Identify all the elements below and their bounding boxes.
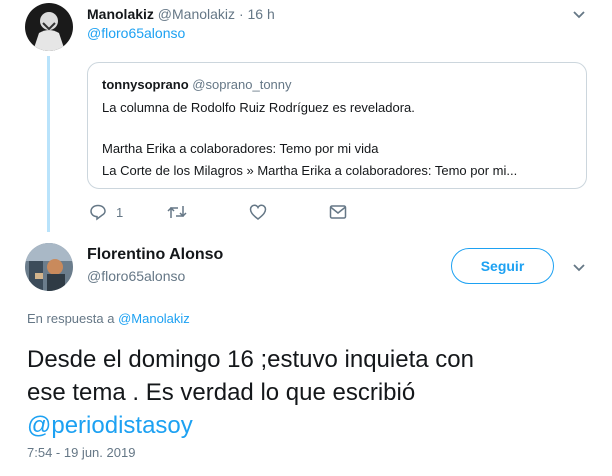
quoted-author-name: tonnysoprano (102, 77, 189, 92)
replying-to: En respuesta a @Manolakiz (27, 311, 190, 326)
author-name[interactable]: Manolakiz (87, 6, 154, 22)
quoted-header: tonnysoprano @soprano_tonny (102, 77, 292, 92)
avatar-manolakiz[interactable] (25, 3, 73, 51)
retweet-icon[interactable] (167, 203, 187, 221)
quoted-line-2: Martha Erika a colaboradores: Temo por m… (102, 141, 379, 156)
quoted-line-1: La columna de Rodolfo Ruiz Rodríguez es … (102, 100, 415, 115)
reply-action[interactable]: 1 (89, 203, 123, 221)
tweet-text-line-2: ese tema . Es verdad lo que escribió (27, 379, 416, 406)
follow-button[interactable]: Seguir (451, 248, 554, 284)
mention-link[interactable]: @periodistasoy (27, 409, 597, 442)
replying-prefix: En respuesta a (27, 311, 115, 326)
direct-message-icon[interactable] (329, 204, 347, 220)
avatar-florentino[interactable] (25, 243, 73, 291)
author-name-florentino[interactable]: Florentino Alonso (87, 246, 223, 264)
tweet1-header: Manolakiz @Manolakiz · 16 h (87, 6, 275, 22)
chevron-down-icon[interactable] (571, 6, 587, 22)
reply-to-mention[interactable]: @floro65alonso (87, 25, 185, 41)
quoted-author-handle: @soprano_tonny (192, 77, 292, 92)
replying-handle[interactable]: @Manolakiz (118, 311, 190, 326)
thread-line (47, 56, 50, 232)
tweet-timestamp[interactable]: 7:54 - 19 jun. 2019 (27, 445, 135, 460)
tweet-text-line-1: Desde el domingo 16 ;estuvo inquieta con (27, 346, 474, 373)
author-handle[interactable]: @Manolakiz (158, 6, 235, 22)
like-icon[interactable] (249, 203, 267, 221)
chevron-down-icon[interactable] (571, 259, 587, 275)
author-handle-florentino[interactable]: @floro65alonso (87, 268, 185, 284)
tweet-time[interactable]: 16 h (248, 6, 275, 22)
quoted-tweet[interactable]: tonnysoprano @soprano_tonny La columna d… (87, 62, 587, 189)
separator-dot: · (238, 6, 244, 22)
quoted-line-3: La Corte de los Milagros » Martha Erika … (102, 163, 518, 178)
reply-icon (90, 204, 106, 221)
tweet-text: Desde el domingo 16 ;estuvo inquieta con… (27, 343, 597, 442)
reply-count: 1 (116, 204, 124, 220)
